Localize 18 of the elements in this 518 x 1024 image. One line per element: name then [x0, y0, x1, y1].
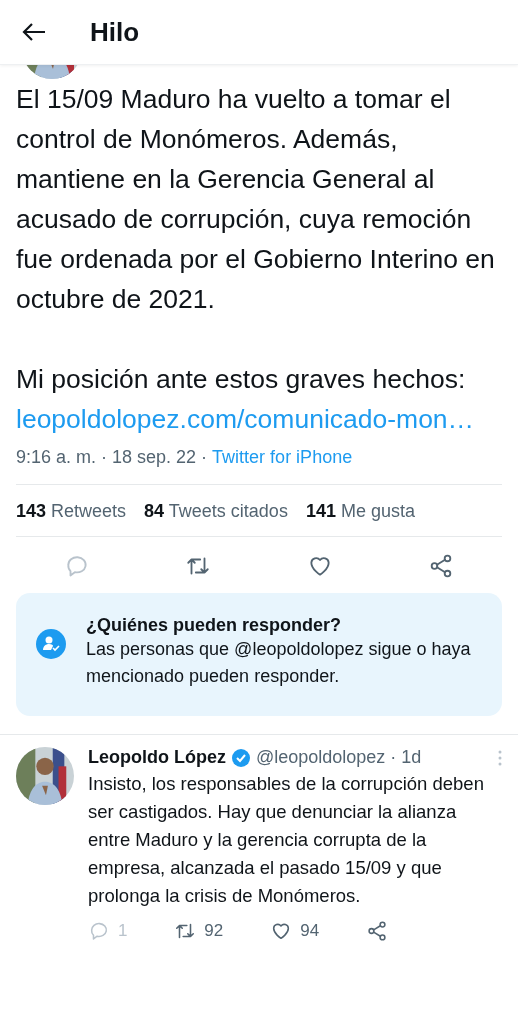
share-icon[interactable]: [366, 920, 388, 942]
page-title: Hilo: [90, 16, 140, 48]
user-check-icon: [36, 629, 66, 659]
action-count: 94: [300, 921, 320, 941]
action-count: 1: [118, 921, 128, 941]
notice-title: ¿Quiénes pueden responder?: [86, 615, 343, 636]
author-handle: @leopoldolopez · 1d: [256, 747, 423, 768]
reply-text: Insisto, los responsables de la corrupción deben ser castigados. Hay que denunciar la alianza entre Maduro y la gerencia corrupta de la empresa, alcanzada el pasado 15/09 y que prolonga la crisis de Monómeros.: [88, 772, 485, 908]
stat-count[interactable]: 143 Retweets: [16, 501, 127, 522]
timestamp: 9:16 a. m. · 18 sep. 22 ·: [16, 447, 208, 468]
stat-count[interactable]: 141 Me gusta: [305, 501, 415, 522]
notice-text: Las personas que @leopoldolopez sigue o haya mencionado pueden responder.: [86, 638, 472, 688]
author-name[interactable]: Leopoldo López: [88, 747, 226, 768]
tweet-text: El 15/09 Maduro ha vuelto a tomar el control de Monómeros. Además, mantiene en la Gerencia General al acusado de corrupción, cuya remoción fue ordenada por el Gobierno Interino en octubre de 2021.: [16, 83, 496, 316]
tweet-text: Mi posición ante estos graves hechos:: [16, 363, 467, 396]
stat-count[interactable]: 84 Tweets citados: [144, 501, 288, 522]
action-count: 92: [204, 921, 224, 941]
back-icon[interactable]: [22, 22, 46, 42]
